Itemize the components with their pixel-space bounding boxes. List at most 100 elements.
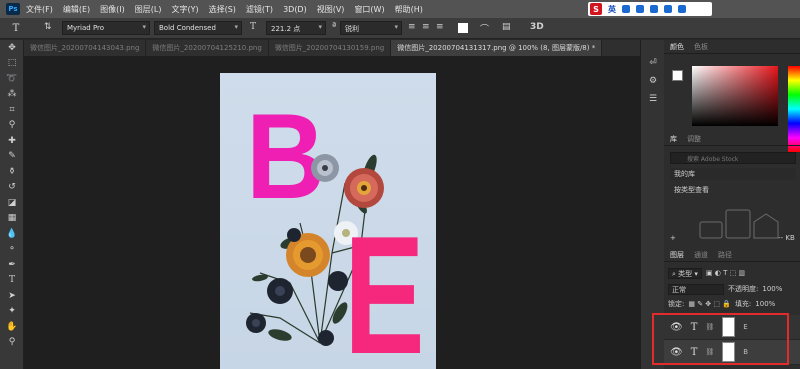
library-group-select[interactable]: 按类型查看 [670, 184, 796, 196]
text-color-swatch[interactable] [458, 23, 468, 33]
options-bar: T ⇅ Myriad Pro ▾ Bold Condensed ▾ T 221.2 … [0, 18, 800, 39]
ime-toolbar[interactable]: S 英 [588, 2, 712, 16]
eraser-tool-icon[interactable]: ◪ [0, 195, 24, 211]
library-footer: + -- KB [670, 234, 796, 246]
history-brush-icon[interactable]: ↺ [0, 180, 24, 196]
adjust-panel-icon[interactable]: ⚙ [641, 72, 665, 90]
tab-libraries[interactable]: 库 [670, 134, 677, 144]
tab-paths[interactable]: 路径 [718, 250, 732, 261]
blend-mode-select[interactable]: 正常 [668, 283, 724, 295]
link-icon[interactable]: ⛓ [705, 323, 714, 331]
skin-icon[interactable] [664, 5, 672, 13]
menu-file[interactable]: 文件(F) [26, 4, 53, 15]
menu-filter[interactable]: 滤镜(T) [246, 4, 273, 15]
foreground-color-swatch[interactable] [672, 70, 683, 81]
tab-document-2[interactable]: 微信图片_20200704125210.png [146, 40, 269, 56]
tab-document-4[interactable]: 微信图片_20200704131317.png @ 100% (8, 图层蒙版/… [391, 40, 603, 56]
tab-document-3[interactable]: 微信图片_20200704130159.png [269, 40, 392, 56]
visibility-eye-icon[interactable]: 👁 [670, 322, 683, 333]
menu-type[interactable]: 文字(Y) [171, 4, 198, 15]
healing-brush-icon[interactable]: ✚ [0, 133, 24, 149]
fill-value[interactable]: 100% [755, 300, 775, 308]
artboard[interactable]: B E [220, 73, 436, 369]
menu-3d[interactable]: 3D(D) [283, 5, 307, 14]
orientation-icon[interactable]: ⇅ [44, 22, 52, 32]
shape-tool-icon[interactable]: ✦ [0, 304, 24, 320]
layer-comp-icon[interactable]: ☰ [641, 90, 665, 108]
blur-tool-icon[interactable]: 💧 [0, 226, 24, 242]
menu-select[interactable]: 选择(S) [209, 4, 236, 15]
sogou-icon[interactable]: S [590, 3, 602, 15]
microphone-icon[interactable] [636, 5, 644, 13]
canvas-workspace[interactable]: B E [24, 56, 640, 369]
font-size-select[interactable]: 221.2 点 ▾ [266, 21, 326, 35]
opacity-value[interactable]: 100% [762, 285, 782, 293]
layer-row-e[interactable]: 👁 T ⛓ E [664, 315, 800, 340]
layer-name[interactable]: E [743, 323, 747, 331]
layer-filter-select[interactable]: ⌕ 类型 ▾ [668, 267, 702, 279]
layer-mask-thumbnail[interactable] [722, 317, 736, 337]
eyedropper-icon[interactable]: ⚲ [0, 118, 24, 134]
toolbox-icon[interactable] [678, 5, 686, 13]
letter-e[interactable]: E [344, 211, 425, 369]
tab-channels[interactable]: 通道 [694, 250, 708, 261]
library-size: -- KB [778, 234, 795, 242]
layer-filter-row: ⌕ 类型 ▾ ▣ ◐ T ⬚ ▥ [668, 267, 798, 279]
lasso-tool-icon[interactable]: ➰ [0, 71, 24, 87]
3d-icon[interactable]: 3D [530, 22, 544, 32]
dodge-tool-icon[interactable]: ⚬ [0, 242, 24, 258]
type-tool-icon-box[interactable]: T [0, 273, 24, 289]
link-icon[interactable]: ⛓ [705, 348, 714, 356]
emoji-icon[interactable] [622, 5, 630, 13]
antialias-select[interactable]: 锐利 ▾ [340, 21, 402, 35]
character-panel-icon[interactable]: ▤ [502, 22, 511, 32]
antialias-icon: ª [332, 22, 337, 32]
menu-layer[interactable]: 图层(L) [135, 4, 162, 15]
warp-text-icon[interactable]: ⌒ [480, 22, 489, 35]
align-left-icon[interactable]: ≡ [408, 22, 416, 32]
color-picker-field[interactable] [692, 66, 778, 126]
menu-image[interactable]: 图像(I) [100, 4, 125, 15]
magic-wand-icon[interactable]: ⁂ [0, 87, 24, 103]
type-tool-icon[interactable]: T [8, 21, 24, 35]
toolbox: ✥ ⬚ ➰ ⁂ ⌗ ⚲ ✚ ✎ ⚱ ↺ ◪ ▦ 💧 ⚬ ✒ T ➤ ✦ ✋ ⚲ [0, 40, 24, 369]
font-family-select[interactable]: Myriad Pro ▾ [62, 21, 150, 35]
menu-help[interactable]: 帮助(H) [395, 4, 423, 15]
visibility-eye-icon[interactable]: 👁 [670, 347, 683, 358]
menu-view[interactable]: 视图(V) [317, 4, 345, 15]
path-select-icon[interactable]: ➤ [0, 288, 24, 304]
brush-tool-icon[interactable]: ✎ [0, 149, 24, 165]
tab-color[interactable]: 颜色 [670, 42, 684, 52]
align-right-icon[interactable]: ≡ [436, 22, 444, 32]
layers-panel-tabs: 图层 通道 路径 [664, 250, 800, 262]
pen-tool-icon[interactable]: ✒ [0, 257, 24, 273]
library-search-input[interactable]: 搜索 Adobe Stock [670, 152, 796, 164]
gradient-tool-icon[interactable]: ▦ [0, 211, 24, 227]
library-select[interactable]: 我的库 [670, 168, 796, 180]
menu-bar: Ps 文件(F) 编辑(E) 图像(I) 图层(L) 文字(Y) 选择(S) 滤… [0, 0, 800, 18]
add-icon[interactable]: + [670, 234, 676, 242]
color-panel-tabs: 颜色 色板 [664, 40, 800, 54]
filter-icons[interactable]: ▣ ◐ T ⬚ ▥ [706, 269, 745, 277]
clone-stamp-icon[interactable]: ⚱ [0, 164, 24, 180]
align-center-icon[interactable]: ≡ [422, 22, 430, 32]
zoom-tool-icon[interactable]: ⚲ [0, 335, 24, 351]
ime-language[interactable]: 英 [608, 4, 616, 15]
layer-name[interactable]: B [743, 348, 748, 356]
menu-edit[interactable]: 编辑(E) [63, 4, 90, 15]
keyboard-icon[interactable] [650, 5, 658, 13]
marquee-tool-icon[interactable]: ⬚ [0, 56, 24, 72]
font-style-select[interactable]: Bold Condensed ▾ [154, 21, 242, 35]
tab-layers[interactable]: 图层 [670, 250, 684, 261]
menu-window[interactable]: 窗口(W) [354, 4, 384, 15]
history-icon[interactable]: ⏎ [641, 54, 665, 72]
move-tool-icon[interactable]: ✥ [0, 40, 24, 56]
tab-swatches[interactable]: 色板 [694, 42, 708, 52]
lock-icons[interactable]: ▦ ✎ ✥ ⬚ 🔒 [688, 300, 731, 308]
layer-mask-thumbnail[interactable] [722, 342, 736, 362]
hand-tool-icon[interactable]: ✋ [0, 319, 24, 335]
tab-document-1[interactable]: 微信图片_20200704143043.png [24, 40, 147, 56]
layer-row-b[interactable]: 👁 T ⛓ B [664, 340, 800, 365]
crop-tool-icon[interactable]: ⌗ [0, 102, 24, 118]
tab-adjustments[interactable]: 调整 [687, 134, 701, 144]
